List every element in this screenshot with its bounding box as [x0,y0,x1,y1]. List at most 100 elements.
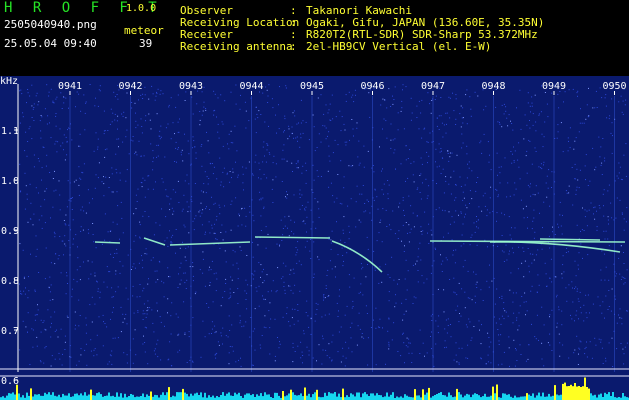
noise-speck [91,321,93,323]
noise-speck [142,267,144,269]
noise-speck [56,96,58,98]
noise-speck [363,337,365,339]
noise-speck [519,305,521,307]
noise-speck [419,242,421,244]
noise-speck [80,226,82,228]
noise-speck [206,303,208,304]
noise-speck [565,287,567,289]
noise-speck [170,97,172,99]
noise-speck [593,207,595,209]
noise-speck [145,115,147,117]
noise-speck [465,213,466,215]
noise-speck [300,122,302,124]
noise-speck [318,208,320,210]
noise-speck [48,95,50,97]
noise-speck [328,343,330,345]
noise-speck [288,321,290,323]
power-bar [606,394,608,400]
noise-speck [500,334,502,336]
noise-speck [121,217,123,219]
noise-speck [621,317,623,319]
noise-speck [576,290,578,292]
power-bar [86,395,88,400]
noise-speck [269,153,271,155]
noise-speck [208,221,210,223]
noise-speck [237,288,239,290]
noise-speck [619,199,621,201]
noise-speck [440,173,442,174]
power-bar [140,396,142,400]
noise-speck [341,116,343,118]
noise-speck [260,276,261,278]
noise-speck [543,324,545,326]
noise-speck [176,161,177,163]
noise-speck [231,200,233,202]
noise-speck [471,198,473,200]
noise-speck [175,106,177,108]
noise-speck [186,201,188,203]
noise-speck [616,348,618,350]
power-bar [88,394,90,400]
noise-speck [262,295,263,297]
power-bar [370,393,372,400]
noise-speck [288,128,290,130]
noise-speck [132,140,134,142]
noise-speck [289,285,291,287]
noise-speck [608,306,610,307]
noise-speck [514,150,516,152]
noise-speck [478,219,479,221]
noise-speck [383,183,385,185]
noise-speck [550,258,552,260]
noise-speck [261,271,263,273]
noise-speck [477,227,479,229]
noise-speck [245,299,247,300]
noise-speck [45,346,47,347]
noise-speck [151,309,153,311]
noise-speck [471,170,473,172]
power-bar [590,393,592,400]
noise-speck [68,224,70,226]
noise-speck [567,137,569,139]
noise-speck [372,319,374,321]
power-bar [36,394,38,400]
power-bar [130,394,132,400]
noise-speck [546,175,548,177]
noise-speck [554,234,556,235]
noise-speck [165,189,167,191]
noise-speck [381,170,382,172]
noise-speck [58,352,60,354]
noise-speck [322,125,324,127]
noise-speck [417,281,419,283]
noise-speck [280,219,282,221]
noise-speck [523,251,525,252]
noise-speck [271,188,273,190]
noise-speck [225,261,227,263]
noise-speck [429,132,431,134]
noise-speck [133,213,135,215]
noise-speck [418,248,420,250]
noise-speck [357,325,359,327]
noise-speck [162,181,164,183]
noise-speck [547,342,549,344]
noise-speck [412,174,414,176]
noise-speck [123,111,125,113]
power-bar [466,393,468,400]
noise-speck [215,357,217,359]
noise-speck [97,177,99,179]
noise-speck [81,171,83,173]
noise-speck [155,222,157,224]
noise-speck [343,176,345,178]
noise-speck [139,236,141,238]
noise-speck [563,101,564,103]
noise-speck [85,332,87,334]
noise-speck [112,112,114,114]
noise-speck [566,192,568,194]
noise-speck [565,252,567,253]
noise-speck [405,180,406,182]
power-bar [132,394,134,400]
noise-speck [536,291,538,293]
file-name: 2505040940.png [4,18,97,31]
noise-speck [356,122,358,124]
noise-speck [44,328,46,330]
noise-speck [556,137,558,139]
